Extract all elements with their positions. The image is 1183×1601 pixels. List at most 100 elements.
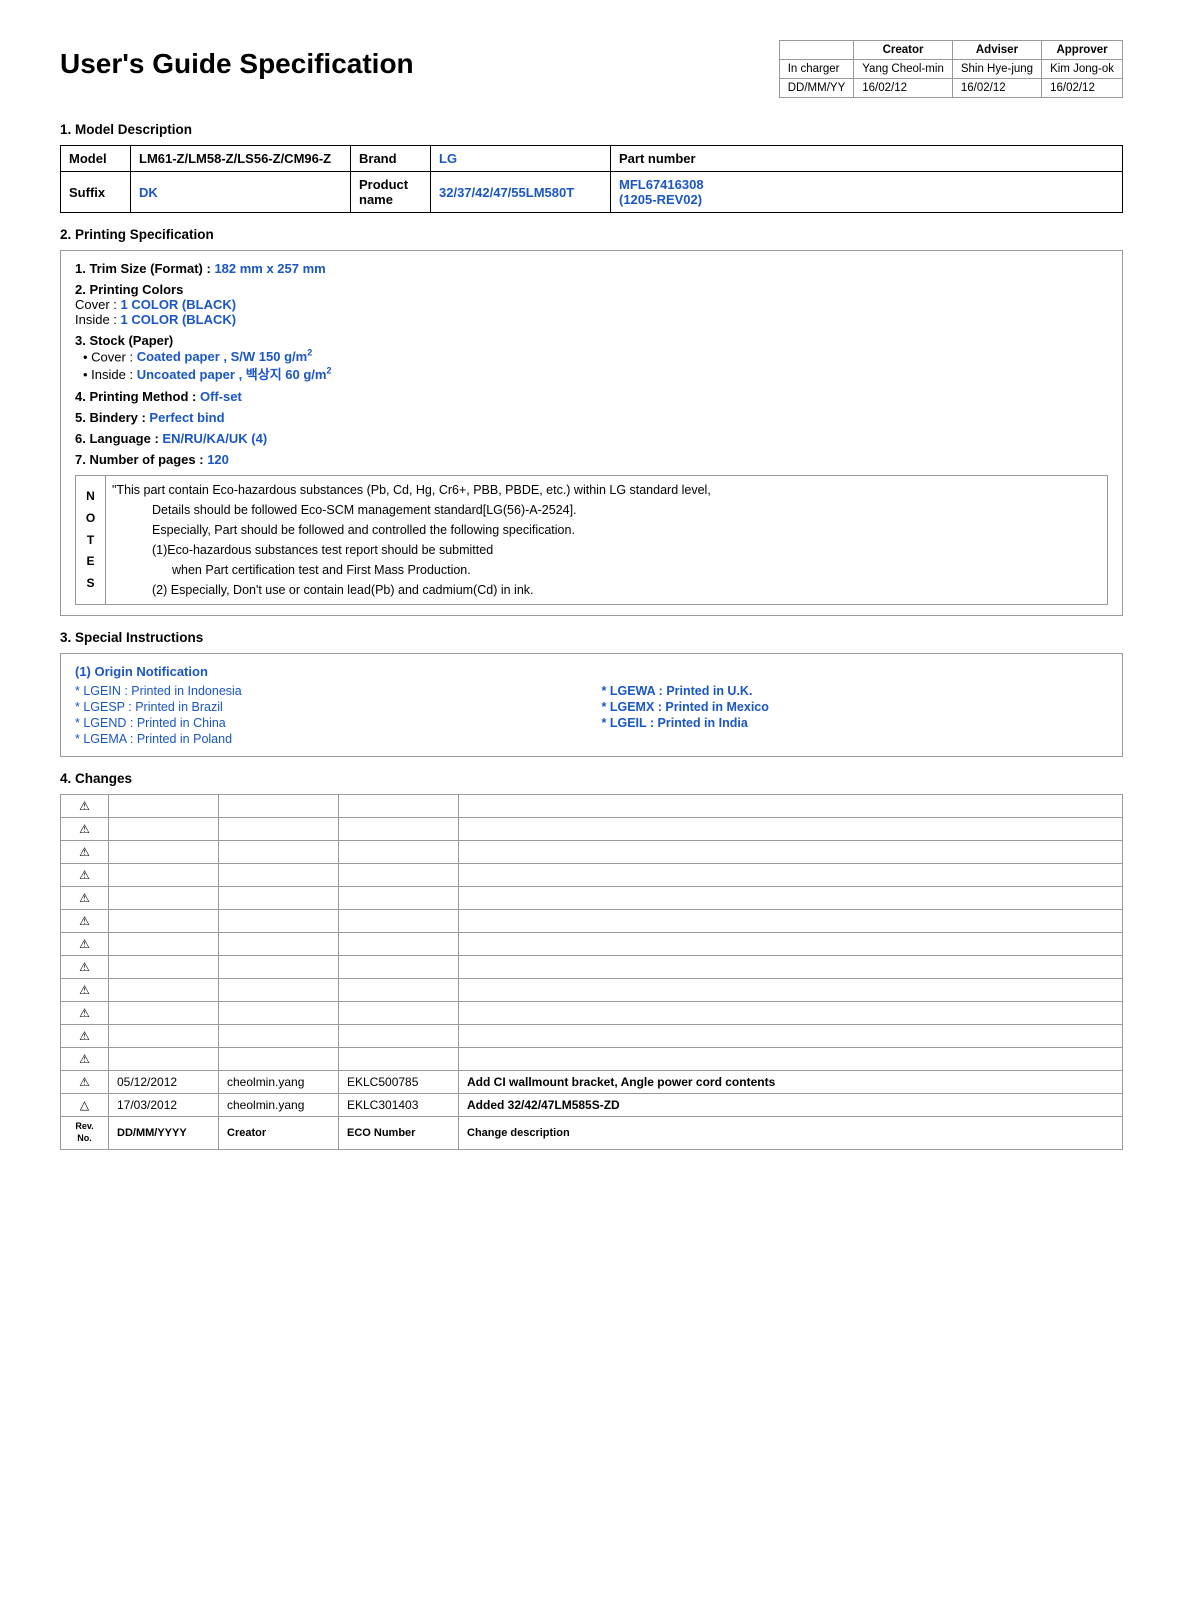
desc-cell [459,910,1123,933]
eco-cell: EKLC301403 [339,1094,459,1117]
desc-footer: Change description [459,1117,1123,1149]
bullet-inside: • [83,367,91,382]
origin-notification-title: (1) Origin Notification [75,664,1108,679]
suffix-label: Suffix [61,172,131,213]
date-cell [109,979,219,1002]
warning-cell: ⚠ [61,887,109,910]
table-row: ⚠ [61,1025,1123,1048]
desc-cell [459,1002,1123,1025]
table-row: ⚠ [61,956,1123,979]
date-cell [109,818,219,841]
warning-icon-cell: △ [61,1094,109,1117]
date-cell [109,864,219,887]
section-changes: 4. Changes [60,771,1123,786]
desc-cell: Add CI wallmount bracket, Angle power co… [459,1071,1123,1094]
approval-adviser-header: Adviser [952,41,1041,60]
model-value: LM61-Z/LM58-Z/LS56-Z/CM96-Z [131,146,351,172]
approval-adviser-date: 16/02/12 [952,79,1041,98]
brand-label: Brand [351,146,431,172]
inside-stock-value: Uncoated paper , 백상지 60 g/m2 [137,367,332,382]
cover-stock-value: Coated paper , S/W 150 g/m2 [137,349,313,364]
origin-lgein: * LGEIN : Printed in Indonesia [75,684,582,698]
product-name-value: 32/37/42/47/55LM580T [431,172,611,213]
desc-cell [459,841,1123,864]
date-cell [109,887,219,910]
origin-lgewa: * LGEWA : Printed in U.K. [602,684,1109,698]
date-cell [109,956,219,979]
eco-cell [339,933,459,956]
eco-cell: EKLC500785 [339,1071,459,1094]
warning-icon: ⚠ [79,891,90,905]
date-cell [109,1048,219,1071]
printing-method-value: Off-set [200,389,242,404]
origin-empty [602,732,1109,746]
warning-icon: ⚠ [79,914,90,928]
date-cell [109,841,219,864]
special-instructions-box: (1) Origin Notification * LGEIN : Printe… [60,653,1123,757]
origin-lgesp: * LGESP : Printed in Brazil [75,700,582,714]
desc-cell [459,887,1123,910]
suffix-value: DK [131,172,351,213]
stock-paper-item: 3. Stock (Paper) • Cover : Coated paper … [75,333,1108,383]
inside-color-label: Inside : [75,312,117,327]
table-row: ⚠ [61,864,1123,887]
desc-cell [459,1025,1123,1048]
approval-empty-header [779,41,854,60]
eco-cell [339,795,459,818]
desc-cell [459,818,1123,841]
warning-icon: ⚠ [79,1029,90,1043]
eco-cell [339,841,459,864]
approval-incharger-label: In charger [779,60,854,79]
table-row: ⚠ [61,818,1123,841]
bindery-label: 5. Bindery : [75,410,146,425]
creator-footer: Creator [219,1117,339,1149]
notes-label: NOTES [76,476,106,605]
date-cell [109,1025,219,1048]
printing-spec-box: 1. Trim Size (Format) : 182 mm x 257 mm … [60,250,1123,616]
approval-approver-name: Kim Jong-ok [1042,60,1123,79]
notes-content: "This part contain Eco-hazardous substan… [106,476,1108,605]
approval-adviser-name: Shin Hye-jung [952,60,1041,79]
cover-color-value: 1 COLOR (BLACK) [121,297,237,312]
creator-cell [219,979,339,1002]
warning-cell: ⚠ [61,1048,109,1071]
section-model-description: 1. Model Description [60,122,1123,137]
origins-grid: * LGEIN : Printed in Indonesia * LGEWA :… [75,684,1108,746]
stock-label: 3. Stock (Paper) [75,333,1108,348]
date-cell [109,795,219,818]
warning-icon: ⚠ [79,937,90,951]
header: User's Guide Specification Creator Advis… [60,40,1123,98]
table-row: ⚠ [61,1002,1123,1025]
changes-footer-row: Rev.No. DD/MM/YYYY Creator ECO Number Ch… [61,1117,1123,1149]
inside-color-value: 1 COLOR (BLACK) [121,312,237,327]
approval-date-label: DD/MM/YY [779,79,854,98]
language-value: EN/RU/KA/UK (4) [162,431,267,446]
rev-no-footer: Rev.No. [61,1117,109,1149]
table-row: ⚠ [61,795,1123,818]
creator-cell [219,795,339,818]
warning-icon: ⚠ [79,960,90,974]
warning-icon: ⚠ [79,845,90,859]
table-row: ⚠ [61,841,1123,864]
date-cell [109,933,219,956]
warning-icon: ⚠ [79,1075,90,1089]
warning-cell: ⚠ [61,956,109,979]
inside-stock-label: Inside : [91,367,133,382]
desc-cell [459,864,1123,887]
creator-cell [219,841,339,864]
creator-cell [219,1002,339,1025]
eco-cell [339,979,459,1002]
eco-cell [339,818,459,841]
approval-creator-name: Yang Cheol-min [854,60,953,79]
warning-icon: ⚠ [79,983,90,997]
date-cell [109,910,219,933]
notes-line4: (1)Eco-hazardous substances test report … [112,540,1101,560]
approval-approver-header: Approver [1042,41,1123,60]
eco-cell [339,864,459,887]
cover-stock-line: • Cover : Coated paper , S/W 150 g/m2 [83,348,1108,364]
inside-stock-line: • Inside : Uncoated paper , 백상지 60 g/m2 [83,364,1108,383]
warning-icon: ⚠ [79,1052,90,1066]
pages-label: 7. Number of pages : [75,452,204,467]
desc-cell: Added 32/42/47LM585S-ZD [459,1094,1123,1117]
language-item: 6. Language : EN/RU/KA/UK (4) [75,431,1108,446]
